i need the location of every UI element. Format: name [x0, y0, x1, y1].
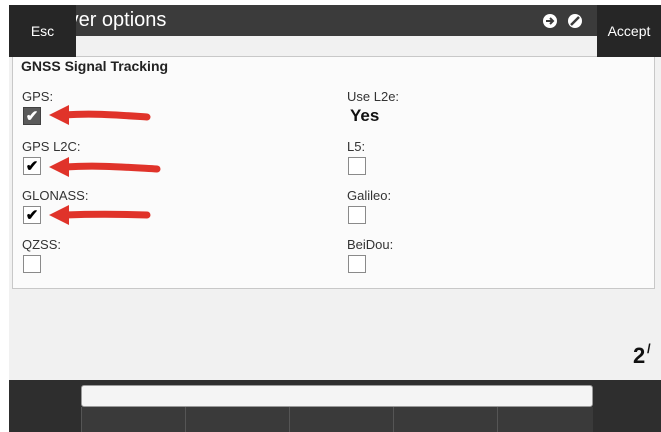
gps-l2c-checkbox[interactable]: ✔: [23, 157, 41, 175]
l5-label: L5:: [347, 139, 366, 154]
navigate-button[interactable]: [539, 10, 561, 31]
page-slash: /: [647, 341, 651, 356]
glonass-label: GLONASS:: [22, 188, 89, 203]
esc-button[interactable]: Esc: [9, 5, 76, 57]
glonass-checkbox[interactable]: ✔: [23, 206, 41, 224]
softkey-2[interactable]: [185, 407, 289, 432]
qzss-checkbox[interactable]: [23, 255, 41, 273]
gps-checkbox[interactable]: ✔: [23, 107, 41, 125]
accept-button[interactable]: Accept: [597, 5, 661, 57]
softkey-3[interactable]: [289, 407, 393, 432]
gps-label: GPS:: [22, 89, 54, 104]
use-l2e-value[interactable]: Yes: [350, 106, 379, 126]
galileo-checkbox[interactable]: [348, 206, 366, 224]
no-entry-button[interactable]: [564, 10, 586, 31]
message-field: [81, 385, 593, 407]
softkey-5[interactable]: [497, 407, 593, 432]
navigate-icon: [543, 13, 557, 28]
page-number: 2: [633, 343, 646, 368]
title-bar: Rover options ? – ✕: [9, 5, 661, 36]
rover-options-window: Rover options ? – ✕ GNSS Signal Tracking…: [9, 5, 661, 432]
annotation-arrow-glonass: [49, 205, 151, 225]
use-l2e-label: Use L2e:: [347, 89, 400, 104]
group-title: GNSS Signal Tracking: [21, 58, 169, 74]
page-indicator-button[interactable]: 2 /: [631, 339, 661, 379]
qzss-label: QZSS:: [22, 237, 62, 252]
annotation-arrow-gps-l2c: [49, 157, 161, 177]
l5-checkbox[interactable]: [348, 157, 366, 175]
softkey-4[interactable]: [393, 407, 497, 432]
galileo-label: Galileo:: [347, 188, 392, 203]
annotation-arrow-gps: [49, 105, 151, 125]
no-entry-icon: [568, 13, 582, 28]
beidou-checkbox[interactable]: [348, 255, 366, 273]
gps-l2c-label: GPS L2C:: [22, 139, 81, 154]
beidou-label: BeiDou:: [347, 237, 394, 252]
softkey-1[interactable]: [81, 407, 185, 432]
